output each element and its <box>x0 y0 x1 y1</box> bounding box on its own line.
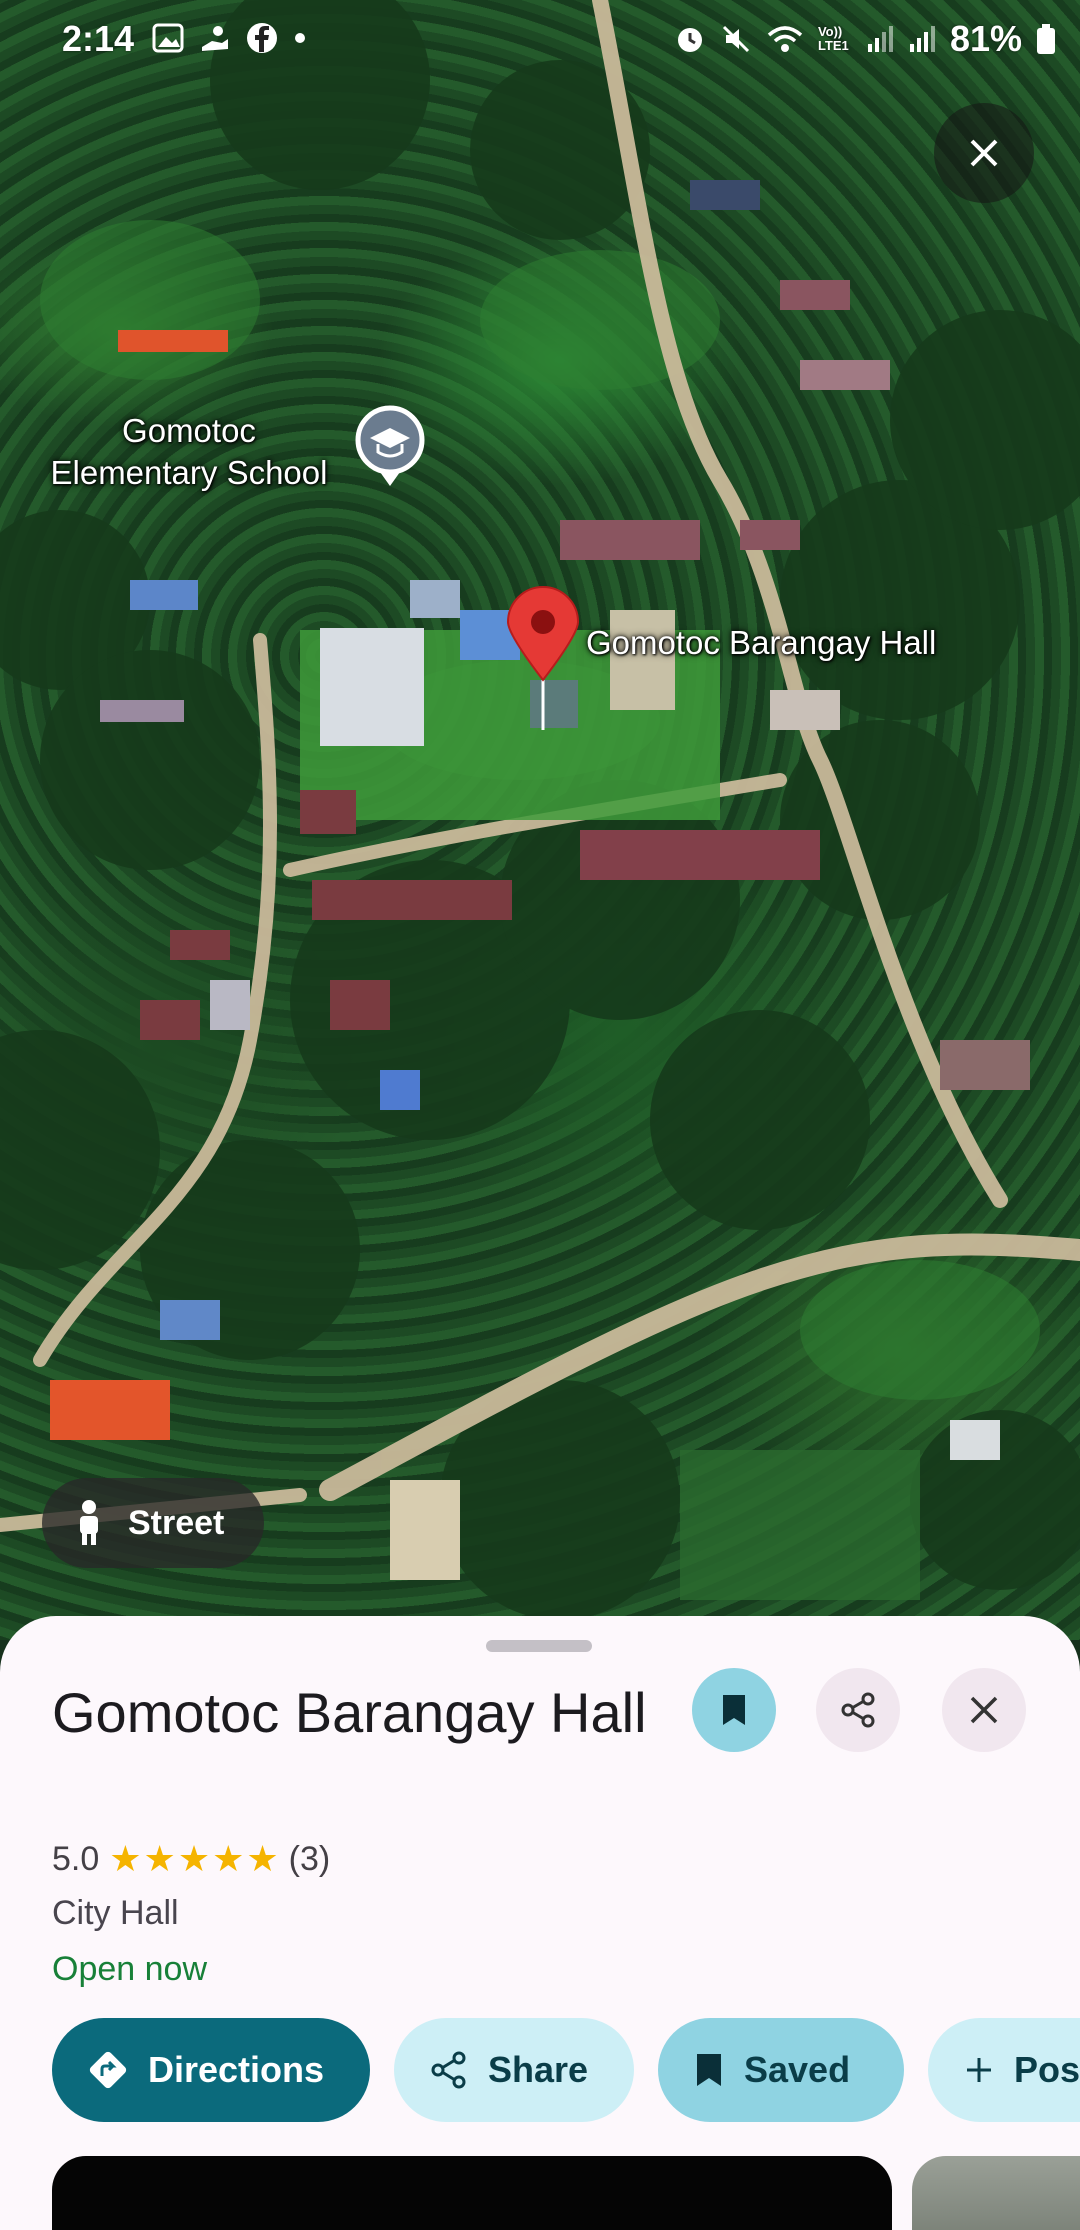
directions-button[interactable]: Directions <box>52 2018 370 2122</box>
school-label-text: Gomotoc Elementary School <box>50 412 328 491</box>
alarm-icon <box>677 28 702 52</box>
dot-icon <box>295 33 305 43</box>
pegman-icon <box>80 1500 98 1545</box>
mute-icon <box>722 25 749 53</box>
place-category: City Hall <box>52 1894 179 1932</box>
rating-row[interactable]: 5.0 ★ ★ ★ ★ ★ (3) <box>52 1838 330 1880</box>
star-icon: ★ <box>177 1838 211 1879</box>
star-rating: ★ ★ ★ ★ ★ <box>109 1838 278 1880</box>
signal-icon <box>909 26 935 52</box>
bookmark-icon <box>723 1695 745 1725</box>
rating-value: 5.0 <box>52 1839 100 1878</box>
barangay-hall-map-label[interactable]: Gomotoc Barangay Hall <box>586 622 936 664</box>
review-count: (3) <box>288 1839 331 1878</box>
close-icon <box>970 1696 998 1724</box>
facebook-icon <box>247 23 277 53</box>
status-system-icons: Vo)) LTE1 81% <box>674 18 1056 60</box>
share-button[interactable] <box>816 1668 900 1752</box>
map-imagery <box>0 0 1080 1620</box>
place-bottom-sheet[interactable]: Gomotoc Barangay Hall 5.0 ★ ★ ★ ★ ★ (3) City… <box>0 1616 1080 2230</box>
post-label: Pos <box>1014 2049 1080 2090</box>
status-time: 2:14 <box>62 18 135 59</box>
directions-label: Directions <box>148 2049 325 2090</box>
saved-chip-button[interactable]: Saved <box>658 2018 904 2122</box>
wifi-icon <box>767 26 803 52</box>
post-chip-button[interactable]: Pos <box>928 2018 1080 2122</box>
status-notification-icons <box>152 22 308 54</box>
signal-icon <box>867 26 893 52</box>
school-map-label[interactable]: Gomotoc Elementary School <box>34 410 344 494</box>
satellite-map[interactable]: Gomotoc Elementary School Gomotoc Barang… <box>0 0 1080 1640</box>
share-chip-button[interactable]: Share <box>394 2018 634 2122</box>
plus-icon <box>967 2058 991 2082</box>
open-status: Open now <box>52 1950 207 1988</box>
barangay-hall-label-text: Gomotoc Barangay Hall <box>586 624 937 661</box>
bookmark-icon <box>697 2054 721 2086</box>
star-icon: ★ <box>109 1838 142 1879</box>
school-marker-icon[interactable] <box>355 405 425 486</box>
star-icon: ★ <box>246 1838 279 1879</box>
close-icon <box>970 139 998 167</box>
share-icon <box>431 2051 466 2089</box>
battery-icon <box>1037 24 1055 54</box>
hand-icon <box>202 26 228 51</box>
street-view-label: Street <box>128 1503 225 1542</box>
place-photo[interactable] <box>912 2156 1080 2230</box>
close-sheet-button[interactable] <box>942 1668 1026 1752</box>
place-title: Gomotoc Barangay Hall <box>52 1681 647 1744</box>
share-label: Share <box>488 2049 589 2090</box>
action-chips: Directions Share Saved Pos <box>52 2018 1080 2122</box>
volte-label: Vo)) LTE1 <box>817 24 849 53</box>
star-icon: ★ <box>212 1838 245 1879</box>
drag-handle[interactable] <box>486 1640 592 1652</box>
street-view-button[interactable]: Street <box>42 1478 265 1568</box>
gallery-icon <box>152 23 184 53</box>
star-icon: ★ <box>143 1838 176 1879</box>
saved-label: Saved <box>744 2049 851 2090</box>
directions-icon <box>89 2051 127 2089</box>
battery-percent: 81% <box>949 18 1022 59</box>
share-icon <box>841 1692 875 1728</box>
save-button[interactable] <box>692 1668 776 1752</box>
status-bar: 2:14 Vo)) LTE1 81% <box>0 0 1080 80</box>
close-map-button[interactable] <box>934 103 1034 203</box>
place-photo[interactable] <box>52 2156 892 2230</box>
